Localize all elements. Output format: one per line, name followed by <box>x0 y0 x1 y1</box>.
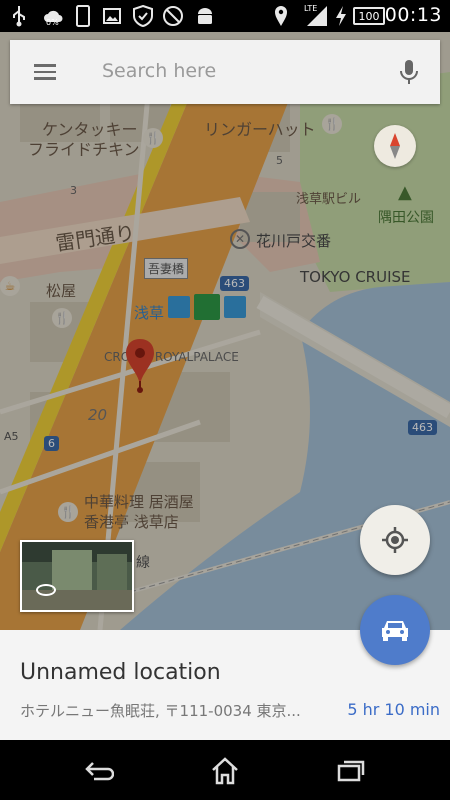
microphone-icon[interactable] <box>398 58 420 86</box>
usb-icon <box>10 4 28 28</box>
rotate-360-icon <box>36 584 56 596</box>
location-icon <box>272 4 290 28</box>
search-bar[interactable]: Search here <box>10 40 440 104</box>
battery-icon: 100 <box>352 4 386 28</box>
place-address: ホテルニュー魚眠荘, 〒111-0034 東京... <box>20 702 301 720</box>
map-label-matsuya[interactable]: 松屋 <box>46 280 76 301</box>
travel-time[interactable]: 5 hr 10 min <box>347 700 440 719</box>
map-label-5: 5 <box>276 154 283 167</box>
clock: 00:13 <box>384 4 442 26</box>
subway-ginza-icon[interactable] <box>168 296 190 318</box>
map-label-ringer-hut[interactable]: リンガーハット <box>204 116 316 140</box>
map-label-hanakawado[interactable]: 花川戸交番 <box>256 230 331 251</box>
phone-icon <box>74 4 92 28</box>
restaurant-icon[interactable]: 🍴 <box>143 128 163 148</box>
route-shield-6: 6 <box>44 436 59 451</box>
map-label-sen: 線 <box>136 555 150 571</box>
map-label-kfc[interactable]: ケンタッキー フライドチキン <box>28 120 140 160</box>
battery-level: 100 <box>358 9 380 23</box>
directions-button[interactable] <box>360 595 430 665</box>
location-pin-icon[interactable] <box>124 337 156 393</box>
route-shield-463b: 463 <box>408 420 437 435</box>
home-icon[interactable] <box>208 754 242 788</box>
navigation-bar <box>0 740 450 800</box>
train-icon[interactable] <box>224 296 246 318</box>
my-location-button[interactable] <box>360 505 430 575</box>
search-input[interactable]: Search here <box>102 60 216 82</box>
android-icon <box>194 4 216 28</box>
park-icon: ▲ <box>398 182 412 203</box>
map-label-3: 3 <box>70 184 77 197</box>
data-percent: 0% <box>46 18 59 27</box>
street-view-thumbnail[interactable] <box>20 540 134 612</box>
back-icon[interactable] <box>82 754 116 788</box>
map-label-asakusa-eki-bldg[interactable]: 浅草駅ビル <box>296 188 361 207</box>
place-title: Unnamed location <box>20 660 221 685</box>
status-bar: 0% LTE 100 00:13 <box>0 0 450 32</box>
map-label-20: 20 <box>88 406 108 424</box>
compass-button[interactable] <box>374 125 416 167</box>
restaurant-icon[interactable]: 🍴 <box>322 114 342 134</box>
map-label-asakusa-station[interactable]: 浅草 <box>134 302 164 323</box>
police-icon: ✕ <box>230 229 250 249</box>
compass-icon <box>390 133 400 159</box>
charging-icon <box>334 4 348 28</box>
map-label-azumabashi[interactable]: 吾妻橋 <box>144 258 189 279</box>
map-label-chuka-restaurant[interactable]: 中華料理 居酒屋 香港亭 浅草店 <box>84 492 194 532</box>
map-label-tokyo-cruise[interactable]: TOKYO CRUISE <box>300 268 411 286</box>
no-wifi-icon <box>162 4 184 28</box>
map-label-sumida-park[interactable]: 隅田公園 <box>378 207 434 227</box>
recent-apps-icon[interactable] <box>334 754 368 788</box>
car-icon <box>382 621 408 641</box>
shield-icon <box>132 4 154 28</box>
signal-icon <box>304 4 330 28</box>
my-location-icon <box>382 527 408 553</box>
menu-icon[interactable] <box>34 60 58 84</box>
cafe-icon[interactable]: ☕ <box>0 276 20 296</box>
restaurant-icon[interactable]: 🍴 <box>52 308 72 328</box>
subway-asakusa-line-icon[interactable] <box>194 294 220 320</box>
image-icon <box>102 4 122 28</box>
map-label-a5: A5 <box>4 430 19 443</box>
restaurant-icon[interactable]: 🍴 <box>58 502 78 522</box>
route-shield-463a: 463 <box>220 276 249 291</box>
